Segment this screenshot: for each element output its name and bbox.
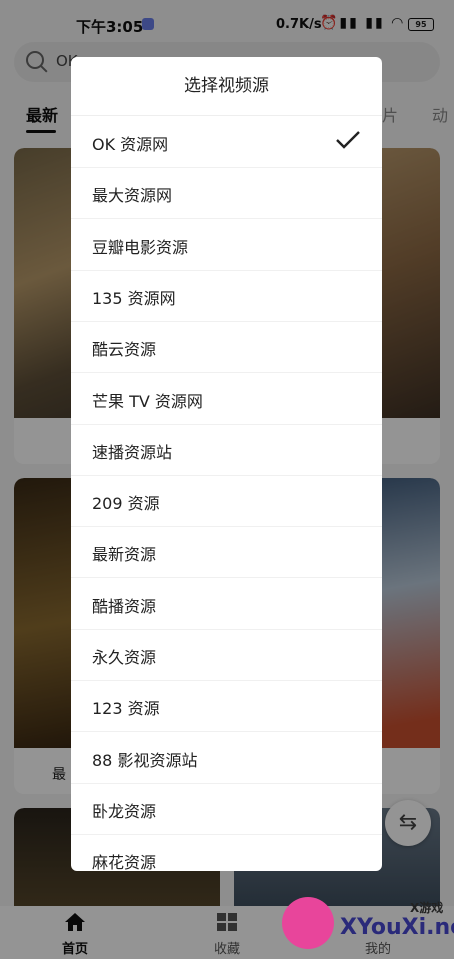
- source-item[interactable]: 酷云资源: [71, 321, 382, 374]
- source-item[interactable]: 酷播资源: [71, 578, 382, 630]
- check-icon: [336, 131, 360, 149]
- source-item-label: 最新资源: [92, 545, 157, 565]
- source-select-dialog: 选择视频源 OK 资源网 最大资源网豆瓣电影资源 135 资源网 酷云资源芒果 TV …: [71, 57, 382, 871]
- source-item-label: 123 资源: [92, 699, 160, 719]
- watermark: X游戏 XYouXi.net: [282, 893, 454, 959]
- source-item-label: 速播资源站: [92, 442, 173, 462]
- watermark-logo-icon: [282, 897, 334, 949]
- dialog-title: 选择视频源: [71, 57, 382, 116]
- watermark-text: XYouXi.net: [340, 915, 454, 940]
- source-item-label: 135 资源网: [92, 288, 176, 308]
- source-item-label: 209 资源: [92, 494, 160, 514]
- source-item[interactable]: OK 资源网: [71, 116, 382, 168]
- source-item[interactable]: 芒果 TV 资源网: [71, 373, 382, 425]
- source-item[interactable]: 88 影视资源站: [71, 732, 382, 784]
- source-item-label: OK 资源网: [92, 135, 169, 154]
- source-item-label: 芒果 TV 资源网: [92, 391, 203, 411]
- source-item[interactable]: 麻花资源: [71, 834, 382, 871]
- watermark-small-text: X游戏: [410, 901, 444, 915]
- source-item[interactable]: 豆瓣电影资源: [71, 219, 382, 271]
- source-item[interactable]: 123 资源: [71, 680, 382, 733]
- source-item-label: 卧龙资源: [92, 801, 157, 821]
- source-item-label: 永久资源: [92, 648, 157, 667]
- source-item-label: 酷播资源: [92, 596, 157, 616]
- source-item[interactable]: 最新资源: [71, 526, 382, 579]
- source-item-label: 最大资源网: [92, 186, 173, 206]
- source-item[interactable]: 卧龙资源: [71, 783, 382, 835]
- source-item[interactable]: 135 资源网: [71, 270, 382, 322]
- source-item-label: 豆瓣电影资源: [92, 237, 189, 257]
- source-item[interactable]: 209 资源: [71, 475, 382, 528]
- source-item[interactable]: 最大资源网: [71, 167, 382, 220]
- source-item-label: 麻花资源: [92, 853, 157, 871]
- source-item[interactable]: 速播资源站: [71, 424, 382, 476]
- source-item[interactable]: 永久资源: [71, 629, 382, 681]
- source-item-label: 88 影视资源站: [92, 750, 198, 770]
- source-item-label: 酷云资源: [92, 340, 157, 360]
